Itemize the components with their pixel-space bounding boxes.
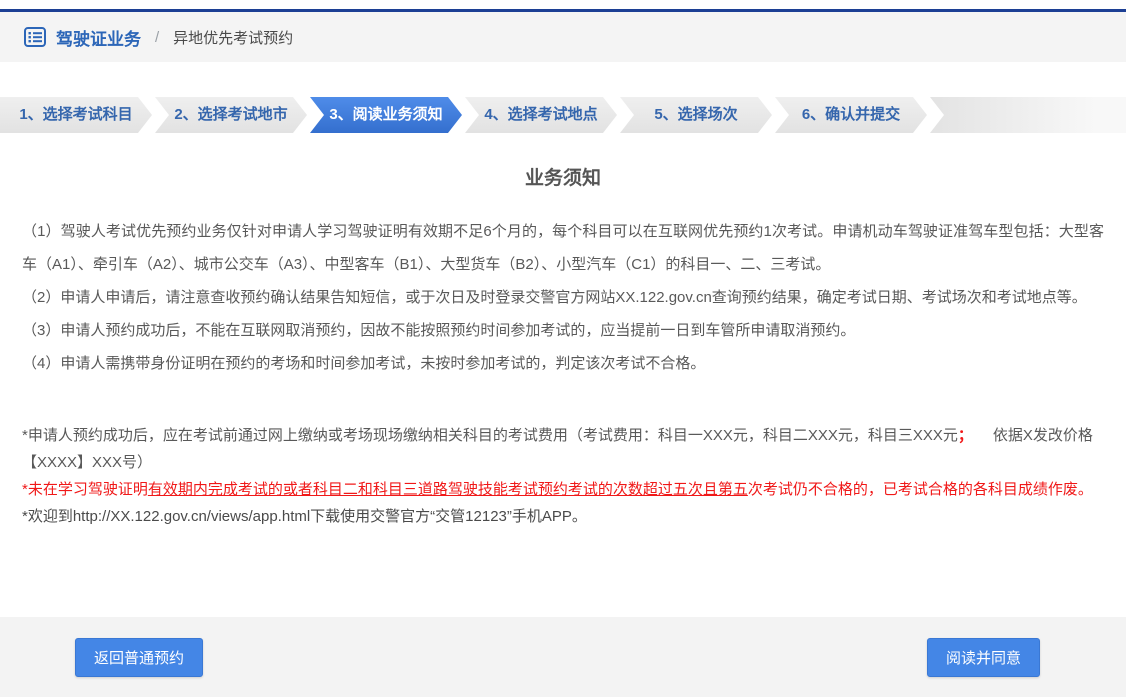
breadcrumb-separator: / [155, 29, 159, 46]
fee-text: *申请人预约成功后，应在考试前通过网上缴纳或考场现场缴纳相关科目的考试费用（考试… [22, 427, 958, 444]
step-label: 5、选择场次 [654, 106, 737, 123]
notice-content: 业务须知 （1）驾驶人考试优先预约业务仅针对申请人学习驾驶证明有效期不足6个月的… [0, 133, 1126, 617]
page-title: 业务须知 [22, 163, 1104, 190]
module-title[interactable]: 驾驶证业务 [56, 25, 141, 50]
step-label: 6、确认并提交 [802, 106, 900, 123]
notice-paragraph-2: （2）申请人申请后，请注意查收预约确认结果告知短信，或于次日及时登录交警官方网站… [22, 281, 1104, 314]
fee-semicolon-highlight: ； [958, 427, 973, 444]
step-3-read-business-notice[interactable]: 3、阅读业务须知 [310, 97, 462, 133]
step-1-select-exam-subject[interactable]: 1、选择考试科目 [0, 97, 152, 133]
list-icon [24, 27, 46, 47]
top-spacer [0, 0, 1126, 9]
steps-bar: 1、选择考试科目 2、选择考试地市 3、阅读业务须知 4、选择考试地点 5、选择… [0, 97, 1126, 133]
step-6-confirm-submit[interactable]: 6、确认并提交 [775, 97, 927, 133]
footer-actions: 返回普通预约 阅读并同意 [0, 617, 1126, 697]
read-and-agree-button[interactable]: 阅读并同意 [927, 638, 1040, 677]
notice-paragraph-4: （4）申请人需携带身份证明在预约的考场和时间参加考试，未按时参加考试的，判定该次… [22, 347, 1104, 380]
step-4-select-exam-site[interactable]: 4、选择考试地点 [465, 97, 617, 133]
breadcrumb-current: 异地优先考试预约 [173, 27, 293, 48]
notice-paragraph-3: （3）申请人预约成功后，不能在互联网取消预约，因故不能按照预约时间参加考试的，应… [22, 314, 1104, 347]
app-download-paragraph: *欢迎到http://XX.122.gov.cn/views/app.html下… [22, 503, 1104, 530]
page: 驾驶证业务 / 异地优先考试预约 1、选择考试科目 2、选择考试地市 3、阅读业… [0, 0, 1126, 697]
warning-text-start: *未在学习驾驶证明 [22, 481, 148, 498]
step-label: 2、选择考试地市 [174, 106, 287, 123]
back-to-normal-booking-button[interactable]: 返回普通预约 [75, 638, 203, 677]
steps-bar-filler [930, 97, 1126, 133]
step-label: 4、选择考试地点 [484, 106, 597, 123]
warning-text-end: 次考试仍不合格的，已考试合格的各科目成绩作废。 [748, 481, 1093, 498]
step-label: 1、选择考试科目 [19, 106, 132, 123]
step-2-select-exam-city[interactable]: 2、选择考试地市 [155, 97, 307, 133]
warning-paragraph: *未在学习驾驶证明有效期内完成考试的或者科目二和科目三道路驾驶技能考试预约考试的… [22, 476, 1104, 503]
warning-text-underlined: 有效期内完成考试的或者科目二和科目三道路驾驶技能考试预约考试的次数超过五次且第五 [148, 481, 748, 498]
header: 驾驶证业务 / 异地优先考试预约 [0, 12, 1126, 62]
notice-paragraph-1: （1）驾驶人考试优先预约业务仅针对申请人学习驾驶证明有效期不足6个月的，每个科目… [22, 215, 1104, 281]
step-label: 3、阅读业务须知 [329, 106, 442, 123]
fee-paragraph: *申请人预约成功后，应在考试前通过网上缴纳或考场现场缴纳相关科目的考试费用（考试… [22, 422, 1104, 476]
step-5-select-session[interactable]: 5、选择场次 [620, 97, 772, 133]
